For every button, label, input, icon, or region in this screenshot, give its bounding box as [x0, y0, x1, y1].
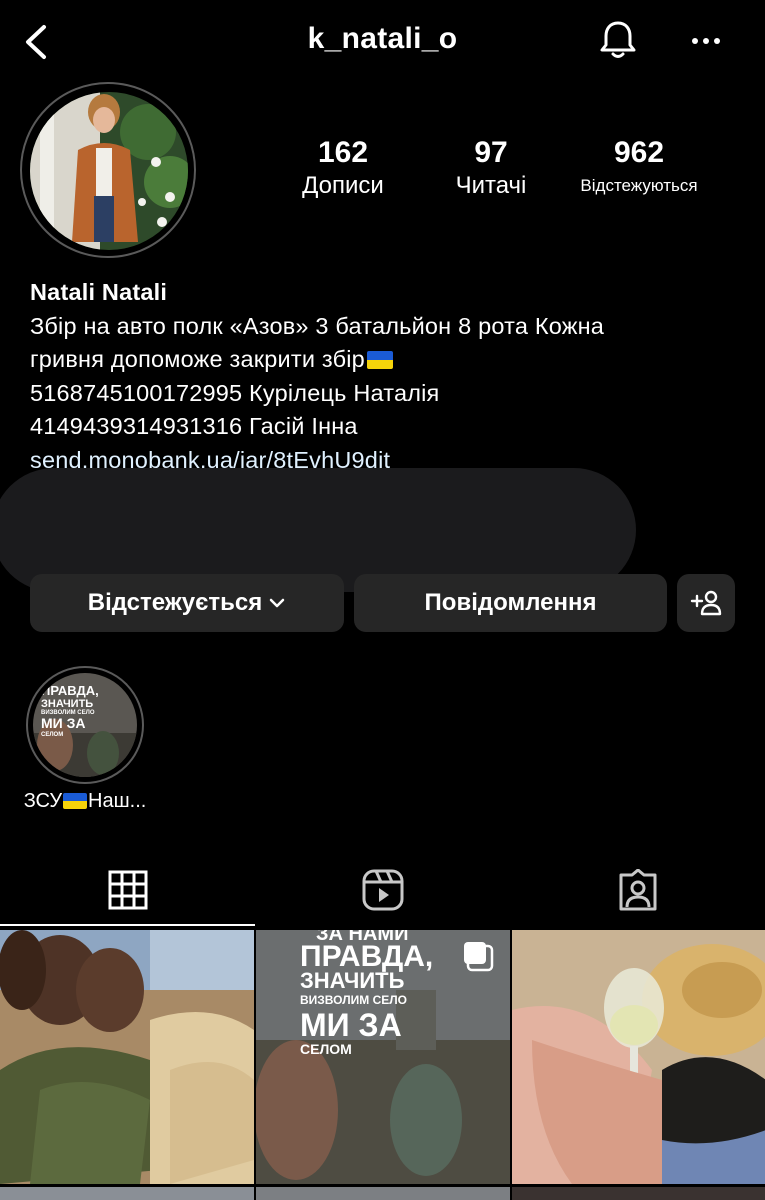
stat-followers[interactable]: 97 Читачі: [406, 136, 576, 202]
stat-following-count: 962: [613, 136, 665, 169]
stat-posts-label: Дописи: [302, 172, 384, 199]
ukraine-flag-icon: [63, 793, 88, 809]
following-button-label: Відстежується: [87, 589, 263, 616]
svg-text:ЗНАЧИТЬ: ЗНАЧИТЬ: [300, 968, 405, 993]
tab-reels[interactable]: [255, 858, 510, 922]
stat-followers-label: Читачі: [455, 172, 527, 199]
ukraine-flag-icon: [366, 351, 393, 369]
svg-text:МИ ЗА: МИ ЗА: [41, 715, 86, 731]
svg-text:МИ ЗА: МИ ЗА: [300, 1007, 402, 1043]
highlight-label: ЗСУ Наш...: [23, 790, 147, 812]
stat-followers-count: 97: [474, 136, 508, 169]
tab-tagged[interactable]: [510, 858, 765, 922]
add-person-icon: [690, 590, 722, 616]
svg-text:ВИЗВОЛИМ СЕЛО: ВИЗВОЛИМ СЕЛО: [300, 993, 407, 1007]
svg-text:СЕЛОМ: СЕЛОМ: [41, 732, 63, 738]
grid-post-reel[interactable]: ЗА НАМИ ПРАВДА, ЗНАЧИТЬ ВИЗВОЛИМ СЕЛО МИ…: [256, 930, 510, 1184]
add-person-button[interactable]: [677, 574, 735, 632]
bio-line: гривня допоможе закрити збір: [30, 343, 730, 377]
bio-line: 5168745100172995 Курілець Наталія: [30, 379, 440, 406]
active-tab-indicator: [0, 924, 255, 926]
grid-post[interactable]: [512, 930, 765, 1184]
grid-post[interactable]: [256, 1187, 510, 1200]
grid-post[interactable]: [0, 1187, 254, 1200]
profile-display-name: Natali Natali: [30, 279, 168, 305]
avatar[interactable]: [30, 92, 188, 250]
stat-following[interactable]: 962 Відстежуються: [554, 136, 724, 202]
grid-icon: [108, 870, 147, 910]
svg-text:СЕЛОМ: СЕЛОМ: [300, 1041, 352, 1057]
tagged-icon: [619, 869, 656, 911]
grid-post[interactable]: [512, 1187, 765, 1200]
bio-line: Збір на авто полк «Азов» 3 батальйон 8 р…: [30, 312, 605, 339]
svg-text:ЗНАЧИТЬ: ЗНАЧИТЬ: [41, 698, 93, 710]
profile-username: k_natali_o: [307, 22, 458, 55]
reels-icon: [362, 869, 403, 911]
stat-posts[interactable]: 162 Дописи: [258, 136, 428, 202]
story-highlight[interactable]: ПРАВДА, ЗНАЧИТЬ ВИЗВОЛИМ СЕЛО МИ ЗА СЕЛО…: [33, 673, 137, 777]
stat-following-label: Відстежуються: [580, 176, 698, 195]
stat-posts-count: 162: [317, 136, 369, 169]
bell-icon[interactable]: [596, 18, 640, 62]
message-button-label: Повідомлення: [424, 589, 597, 616]
grid-post[interactable]: [0, 930, 254, 1184]
bio-line: 4149439314931316 Гасій Інна: [30, 413, 358, 439]
chevron-down-icon: [270, 598, 285, 608]
tab-posts-grid[interactable]: [0, 858, 255, 922]
bio: Natali Natali Збір на авто полк «Азов» 3…: [30, 276, 730, 477]
message-button[interactable]: Повідомлення: [354, 574, 667, 632]
more-options-icon[interactable]: [686, 26, 726, 56]
svg-text:ПРАВДА,: ПРАВДА,: [41, 683, 99, 698]
following-button[interactable]: Відстежується: [30, 574, 344, 632]
